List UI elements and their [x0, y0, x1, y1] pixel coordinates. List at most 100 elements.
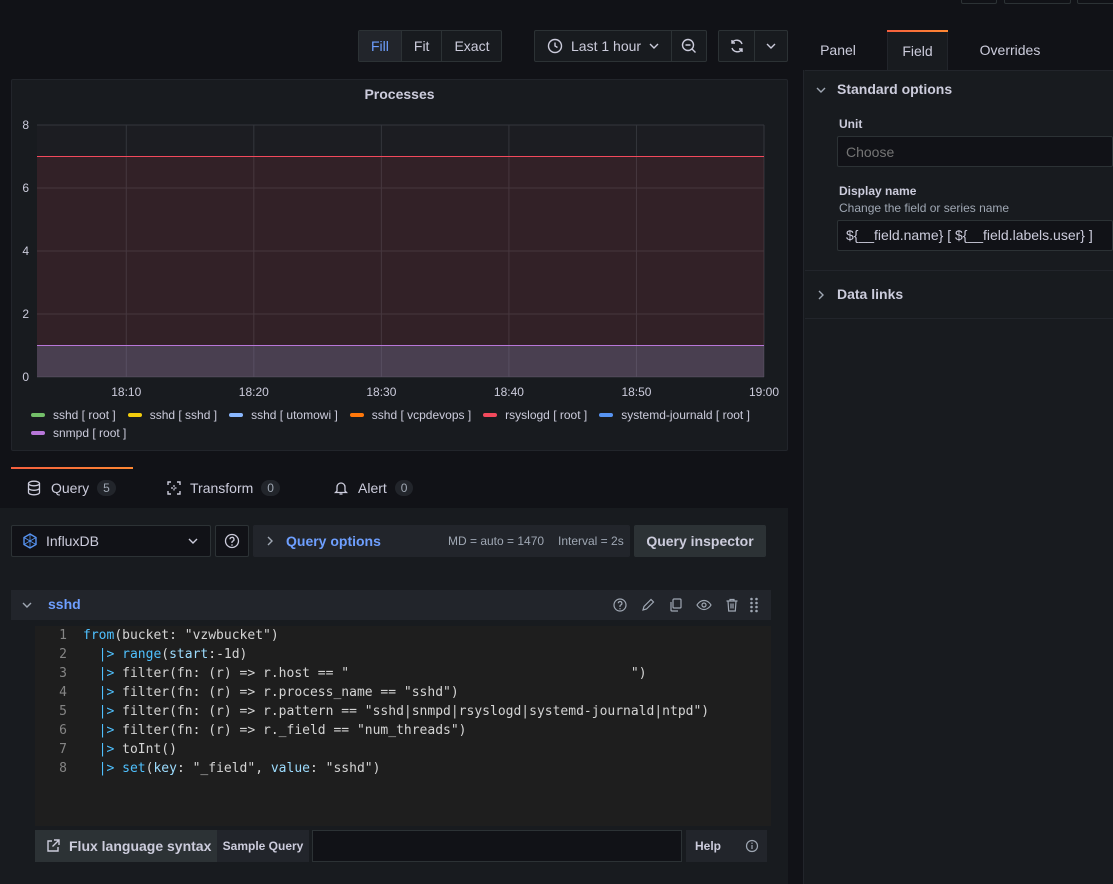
- code-line[interactable]: 7 |> toInt(): [35, 740, 177, 759]
- refresh-group: [718, 30, 788, 62]
- y-tick-label: 2: [22, 307, 29, 321]
- chart-legend: sshd [ root ] sshd [ sshd ] sshd [ utomowi…: [31, 407, 771, 441]
- tab-panel[interactable]: Panel: [805, 30, 871, 70]
- divider: [805, 318, 1113, 319]
- legend-item[interactable]: sshd [ vcpdevops ]: [349, 407, 472, 423]
- y-tick-label: 0: [22, 370, 29, 384]
- refresh-button[interactable]: [719, 31, 755, 61]
- legend-item[interactable]: sshd [ utomowi ]: [229, 407, 338, 423]
- y-tick-label: 6: [22, 181, 29, 195]
- pencil-icon[interactable]: [640, 597, 656, 613]
- legend-label: sshd [ utomowi ]: [251, 408, 338, 422]
- x-tick-label: 18:30: [366, 385, 396, 399]
- unit-input[interactable]: [837, 136, 1113, 167]
- flux-code-editor[interactable]: 1 from(bucket: "vzwbucket") 2 |> range(sta…: [35, 626, 771, 826]
- datasource-help-button[interactable]: [215, 525, 249, 557]
- legend-item[interactable]: systemd-journald [ root ]: [599, 407, 750, 423]
- tab-transform[interactable]: Transform 0: [166, 468, 280, 508]
- legend-label: systemd-journald [ root ]: [621, 408, 750, 422]
- legend-swatch: [229, 413, 244, 417]
- code-line[interactable]: 1 from(bucket: "vzwbucket"): [35, 626, 279, 645]
- datasource-name: InfluxDB: [46, 533, 99, 549]
- legend-item[interactable]: sshd [ root ]: [31, 407, 116, 423]
- tab-alert-count: 0: [394, 480, 414, 496]
- question-circle-icon[interactable]: [612, 597, 628, 613]
- x-tick-label: 18:10: [111, 385, 141, 399]
- time-range-label: Last 1 hour: [571, 38, 642, 54]
- trash-icon[interactable]: [724, 597, 740, 613]
- tab-overrides[interactable]: Overrides: [970, 30, 1050, 70]
- help-button[interactable]: Help: [686, 830, 767, 862]
- refresh-icon: [730, 39, 743, 53]
- code-line[interactable]: 8 |> set(key: "_field", value: "sshd"): [35, 759, 380, 778]
- legend-swatch: [127, 413, 142, 417]
- legend-item[interactable]: snmpd [ root ]: [31, 425, 126, 441]
- code-line[interactable]: 3 |> filter(fn: (r) => r.host == " "): [35, 664, 646, 683]
- legend-item[interactable]: rsyslogd [ root ]: [483, 407, 587, 423]
- zoom-out-button[interactable]: [672, 31, 706, 61]
- query-options-interval: Interval = 2s: [558, 534, 624, 548]
- legend-item[interactable]: sshd [ sshd ]: [127, 407, 218, 423]
- x-tick-label: 19:00: [749, 385, 779, 399]
- fit-button[interactable]: Fit: [402, 31, 443, 61]
- code-line[interactable]: 2 |> range(start:-1d): [35, 645, 247, 664]
- series-snmpd-root-area: [37, 345, 764, 377]
- active-tab-indicator: [887, 30, 948, 32]
- query-row-name[interactable]: sshd: [48, 596, 81, 612]
- fill-button[interactable]: Fill: [359, 31, 402, 61]
- query-inspector-button[interactable]: Query inspector: [634, 525, 766, 557]
- code-line[interactable]: 5 |> filter(fn: (r) => r.pattern == "ssh…: [35, 702, 709, 721]
- chevron-right-icon: [818, 290, 824, 300]
- eye-icon[interactable]: [696, 597, 712, 613]
- transform-icon: [167, 481, 181, 495]
- line-number: 8: [59, 761, 67, 776]
- series-rsyslogd-root-area: [37, 156, 764, 377]
- sample-query-label: Sample Query: [217, 830, 309, 862]
- tab-field[interactable]: Field: [887, 30, 948, 70]
- help-label: Help: [695, 839, 722, 853]
- flux-syntax-label: Flux language syntax: [69, 838, 212, 854]
- line-number: 3: [59, 666, 67, 681]
- flux-syntax-button[interactable]: Flux language syntax: [35, 830, 217, 862]
- query-options-label: Query options: [286, 533, 381, 549]
- legend-label: sshd [ vcpdevops ]: [371, 408, 472, 422]
- x-tick-label: 18:50: [621, 385, 651, 399]
- line-number: 1: [59, 628, 67, 643]
- data-links-header[interactable]: Data links: [837, 286, 903, 302]
- tab-alert[interactable]: Alert 0: [334, 468, 414, 508]
- tab-alert-label: Alert: [358, 480, 387, 496]
- x-tick-label: 18:20: [239, 385, 269, 399]
- time-range-button[interactable]: Last 1 hour: [535, 31, 673, 61]
- top-button-partial[interactable]: [1004, 0, 1071, 4]
- bell-icon: [334, 482, 348, 495]
- query-row-header: sshd: [11, 590, 771, 620]
- legend-label: sshd [ sshd ]: [149, 408, 218, 422]
- copy-icon[interactable]: [668, 597, 684, 613]
- query-options-toggle[interactable]: Query options MD = auto = 1470 Interval …: [253, 525, 630, 557]
- datasource-picker[interactable]: InfluxDB: [11, 525, 211, 557]
- tab-query[interactable]: Query 5: [27, 468, 116, 508]
- question-circle-icon: [224, 533, 240, 549]
- tab-transform-count: 0: [261, 480, 280, 496]
- collapse-chevron-icon[interactable]: [22, 600, 32, 610]
- unit-label: Unit: [839, 117, 863, 131]
- y-tick-label: 8: [22, 118, 29, 132]
- top-button-partial[interactable]: [961, 0, 997, 4]
- code-line[interactable]: 6 |> filter(fn: (r) => r._field == "num_…: [35, 721, 466, 740]
- top-button-partial[interactable]: [1077, 0, 1113, 4]
- refresh-interval-button[interactable]: [755, 31, 787, 61]
- standard-options-header[interactable]: Standard options: [837, 81, 952, 97]
- zoom-out-icon: [681, 38, 697, 53]
- drag-handle-icon[interactable]: [749, 597, 759, 613]
- exact-button[interactable]: Exact: [442, 31, 501, 61]
- chevron-down-icon: [188, 538, 198, 544]
- code-line[interactable]: 4 |> filter(fn: (r) => r.process_name ==…: [35, 683, 459, 702]
- database-icon: [27, 480, 41, 496]
- time-series-chart[interactable]: 0 2 4 6 8 18:10 18:20 18:30 18:40 18:50 19:00: [12, 80, 789, 400]
- display-name-input[interactable]: ${__field.name} [ ${__field.labels.user}…: [837, 220, 1113, 251]
- info-circle-icon: [745, 839, 759, 853]
- line-number: 4: [59, 685, 67, 700]
- view-mode-group: Fill Fit Exact: [358, 30, 503, 62]
- legend-swatch: [31, 413, 45, 417]
- sample-query-select[interactable]: [312, 830, 682, 862]
